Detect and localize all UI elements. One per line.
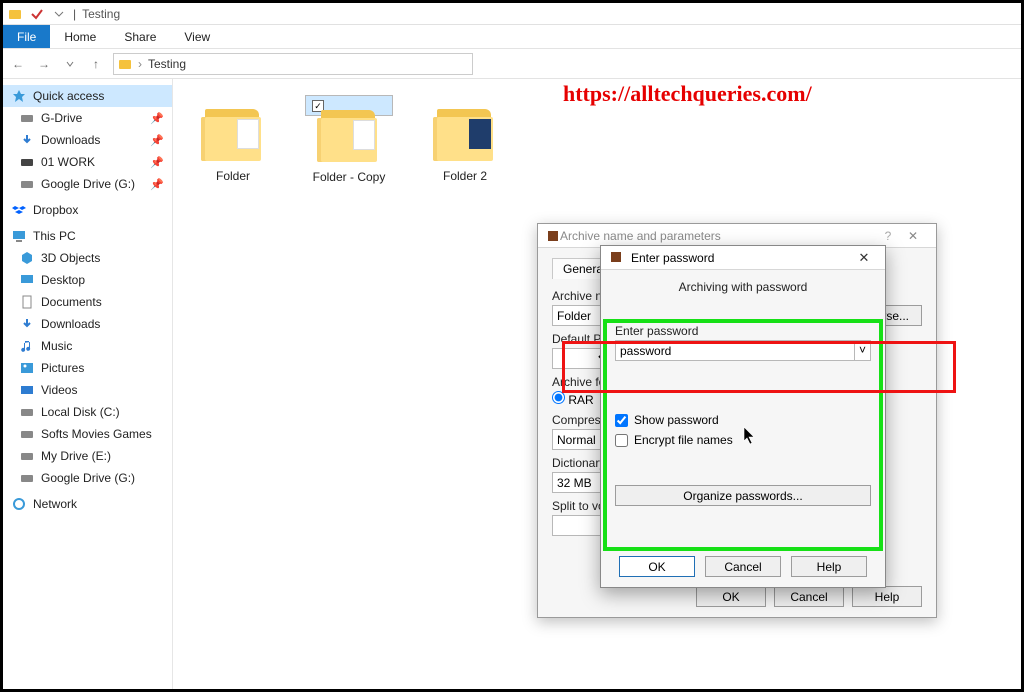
sidebar-item-videos[interactable]: Videos [3, 379, 172, 401]
cancel-button[interactable]: Cancel [705, 556, 781, 577]
folder-item[interactable]: Folder 2 [421, 95, 509, 189]
pin-icon: 📌 [150, 156, 164, 169]
sidebar-item-documents[interactable]: Documents [3, 291, 172, 313]
folder-label: Folder [191, 169, 275, 183]
picture-icon [19, 360, 35, 376]
sidebar-item-googledrive2[interactable]: Google Drive (G:) [3, 467, 172, 489]
folder-icon [118, 57, 132, 71]
dialog-subtitle: Archiving with password [615, 280, 871, 294]
window-title-bar: | Testing [3, 3, 1021, 25]
sidebar-network[interactable]: Network [3, 493, 172, 515]
encrypt-filenames-checkbox[interactable]: Encrypt file names [615, 433, 871, 447]
recent-button[interactable] [61, 55, 79, 73]
drive-icon [19, 470, 35, 486]
sidebar-item-googledrive[interactable]: Google Drive (G:)📌 [3, 173, 172, 195]
download-icon [19, 132, 35, 148]
desktop-icon [19, 272, 35, 288]
folder-icon [317, 108, 381, 166]
format-rar-radio[interactable]: RAR [552, 391, 594, 407]
pin-icon: 📌 [150, 178, 164, 191]
forward-button[interactable]: → [35, 55, 53, 73]
pin-icon: 📌 [150, 112, 164, 125]
sidebar-item-desktop[interactable]: Desktop [3, 269, 172, 291]
network-icon [11, 496, 27, 512]
dialog-titlebar[interactable]: Enter password ✕ [601, 246, 885, 270]
breadcrumb[interactable]: › Testing [113, 53, 473, 75]
help-icon[interactable]: ? [878, 229, 898, 243]
sidebar-quick-access[interactable]: Quick access [3, 85, 172, 107]
dropbox-icon [11, 202, 27, 218]
organize-passwords-button[interactable]: Organize passwords... [615, 485, 871, 506]
sidebar-item-01work[interactable]: 01 WORK📌 [3, 151, 172, 173]
folder-icon [201, 107, 265, 165]
drive-icon [19, 176, 35, 192]
folder-icon [7, 6, 23, 22]
password-input[interactable] [615, 340, 855, 361]
back-button[interactable]: ← [9, 55, 27, 73]
ok-button[interactable]: OK [619, 556, 695, 577]
music-icon [19, 338, 35, 354]
cancel-button[interactable]: Cancel [774, 586, 844, 607]
tab-file[interactable]: File [3, 25, 50, 48]
breadcrumb-sep-icon: › [138, 57, 142, 71]
show-password-checkbox[interactable]: Show password [615, 413, 871, 427]
cube-icon [19, 250, 35, 266]
enter-password-label: Enter password [615, 324, 871, 338]
up-button[interactable]: ↑ [87, 55, 105, 73]
sidebar-item-gdrive[interactable]: G-Drive📌 [3, 107, 172, 129]
sidebar-this-pc[interactable]: This PC [3, 225, 172, 247]
sidebar-item-pictures[interactable]: Pictures [3, 357, 172, 379]
folder-item[interactable]: Folder [189, 95, 277, 189]
help-button[interactable]: Help [791, 556, 867, 577]
tab-view[interactable]: View [170, 25, 224, 48]
check-icon [29, 6, 45, 22]
document-icon [19, 294, 35, 310]
sidebar-item-downloads2[interactable]: Downloads [3, 313, 172, 335]
star-icon [11, 88, 27, 104]
sidebar-item-music[interactable]: Music [3, 335, 172, 357]
breadcrumb-current[interactable]: Testing [148, 57, 186, 71]
pin-icon: 📌 [150, 134, 164, 147]
dialog-title: Archive name and parameters [560, 229, 878, 243]
close-icon[interactable]: ✕ [851, 250, 877, 266]
sidebar-item-localdisk[interactable]: Local Disk (C:) [3, 401, 172, 423]
ribbon: File Home Share View [3, 25, 1021, 49]
sidebar-item-mydrive[interactable]: My Drive (E:) [3, 445, 172, 467]
tab-share[interactable]: Share [110, 25, 170, 48]
sidebar-item-3dobjects[interactable]: 3D Objects [3, 247, 172, 269]
navigation-pane: Quick access G-Drive📌 Downloads📌 01 WORK… [3, 79, 173, 689]
drive-icon [19, 426, 35, 442]
dialog-enter-password: Enter password ✕ Archiving with password… [600, 245, 886, 588]
window-title: Testing [82, 7, 120, 21]
sidebar-item-softs[interactable]: Softs Movies Games [3, 423, 172, 445]
drive-icon [19, 110, 35, 126]
tab-home[interactable]: Home [50, 25, 110, 48]
close-icon[interactable]: ✕ [898, 229, 928, 243]
folder-item-selected[interactable]: ✓ Folder - Copy [305, 95, 393, 116]
download-icon [19, 316, 35, 332]
address-bar: ← → ↑ › Testing [3, 49, 1021, 79]
dialog-title: Enter password [631, 251, 851, 265]
down-icon[interactable] [51, 6, 67, 22]
winrar-icon [609, 250, 625, 266]
password-dropdown-icon[interactable]: ˅ [855, 340, 871, 361]
ok-button[interactable]: OK [696, 586, 766, 607]
help-button[interactable]: Help [852, 586, 922, 607]
drive-icon [19, 448, 35, 464]
sidebar-item-downloads[interactable]: Downloads📌 [3, 129, 172, 151]
winrar-icon [546, 229, 560, 243]
pc-icon [11, 228, 27, 244]
folder-icon [433, 107, 497, 165]
folder-label: Folder 2 [423, 169, 507, 183]
watermark-url: https://alltechqueries.com/ [563, 81, 812, 107]
drive-icon [19, 154, 35, 170]
folder-label: Folder - Copy [308, 170, 390, 184]
video-icon [19, 382, 35, 398]
drive-icon [19, 404, 35, 420]
sidebar-dropbox[interactable]: Dropbox [3, 199, 172, 221]
